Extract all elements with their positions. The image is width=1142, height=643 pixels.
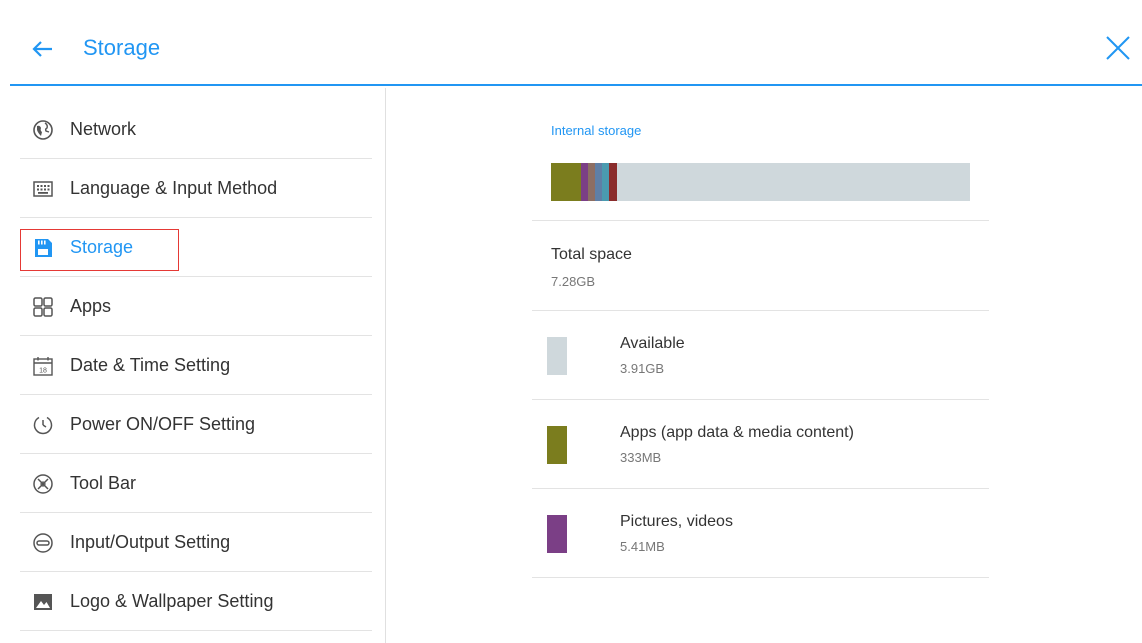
apps-grid-icon [33,297,53,317]
usage-segment-other [595,163,602,201]
toolbar-icon [33,474,53,494]
usage-segment-other [602,163,609,201]
sidebar-item-network[interactable]: Network [20,100,372,159]
sidebar-item-date-time[interactable]: 18 Date & Time Setting [20,336,372,395]
divider [532,577,989,578]
calendar-icon: 18 [33,357,53,376]
sidebar-item-tool-bar[interactable]: Tool Bar [20,454,372,513]
power-timer-icon [33,416,53,435]
usage-segment-apps [551,163,581,201]
sidebar-item-label: Network [70,119,137,139]
sidebar-item-storage[interactable]: Storage [20,218,372,277]
divider [532,220,989,221]
storage-panel: Internal storage Total space 7.28GB Avai… [387,88,1142,643]
settings-sidebar: Network Language & Input Method Storage [10,88,386,643]
arrow-left-icon[interactable] [30,36,56,62]
storage-row-label: Available [620,335,685,352]
sidebar-item-label: Power ON/OFF Setting [70,414,256,434]
total-space-value: 7.28GB [551,274,596,289]
color-swatch [547,337,567,375]
sidebar-item-apps[interactable]: Apps [20,277,372,336]
storage-row-available[interactable]: Available 3.91GB [532,311,989,399]
keyboard-icon [33,181,53,197]
usage-segment-other [588,163,595,201]
sidebar-item-label: Date & Time Setting [70,355,231,375]
storage-row-pictures-videos[interactable]: Pictures, videos 5.41MB [532,489,989,577]
sidebar-item-label: Storage [70,237,134,257]
sidebar-item-label: Apps [70,296,112,316]
storage-row-apps[interactable]: Apps (app data & media content) 333MB [532,400,989,488]
storage-usage-bar [551,163,970,201]
color-swatch [547,426,567,464]
total-space-label: Total space [551,246,632,263]
storage-row-label: Pictures, videos [620,513,733,530]
calendar-day-text: 18 [39,368,47,375]
sidebar-item-power-on-off[interactable]: Power ON/OFF Setting [20,395,372,454]
storage-row-value: 333MB [620,450,662,465]
sidebar-item-label: Language & Input Method [70,178,278,198]
sidebar-item-logo-wallpaper[interactable]: Logo & Wallpaper Setting [20,572,372,631]
sidebar-item-label: Tool Bar [70,473,137,493]
sidebar-item-label: Logo & Wallpaper Setting [70,591,274,611]
storage-row-value: 5.41MB [620,539,665,554]
sidebar-item-language-input[interactable]: Language & Input Method [20,159,372,218]
section-title: Internal storage [551,123,642,138]
usage-segment-pictures [581,163,588,201]
sidebar-item-input-output[interactable]: Input/Output Setting [20,513,372,572]
usage-segment-other [609,163,617,201]
storage-row-value: 3.91GB [620,361,665,376]
globe-icon [33,120,53,140]
close-icon[interactable] [1104,34,1132,62]
input-output-icon [33,533,53,553]
page-title: Storage [83,35,161,60]
sidebar-item-label: Input/Output Setting [70,532,231,552]
image-icon [34,594,52,610]
storage-icon [35,239,52,257]
storage-row-label: Apps (app data & media content) [620,424,854,441]
color-swatch [547,515,567,553]
title-bar: Storage [10,10,1142,86]
